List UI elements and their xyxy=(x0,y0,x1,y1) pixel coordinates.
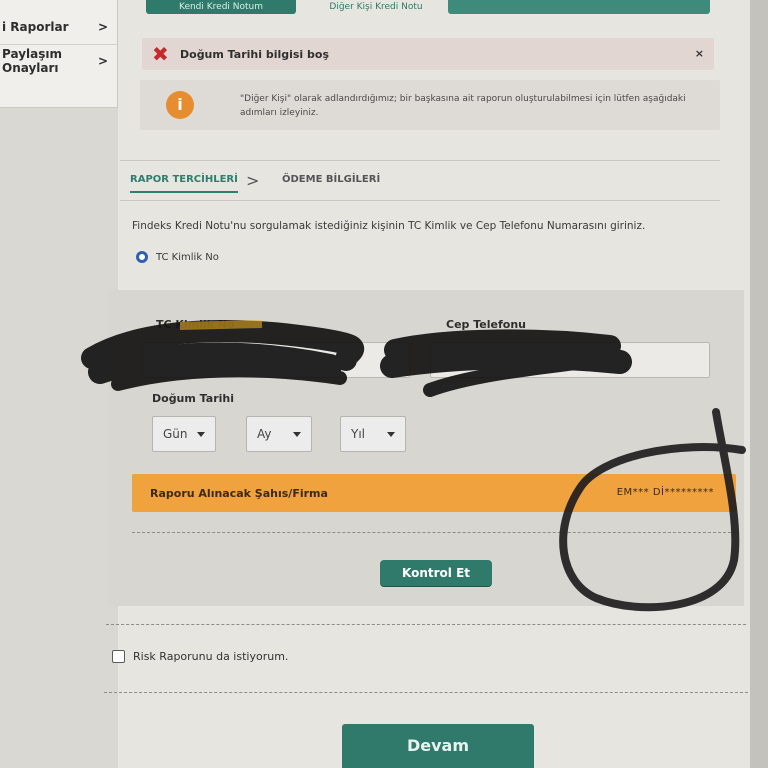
caret-down-icon xyxy=(387,432,395,437)
info-message: "Diğer Kişi" olarak adlandırdığımız; bir… xyxy=(240,94,686,118)
info-alert: i "Diğer Kişi" olarak adlandırdığımız; b… xyxy=(140,80,720,130)
divider xyxy=(120,160,720,161)
step-rapor-tercihleri[interactable]: RAPOR TERCİHLERİ xyxy=(130,174,238,193)
year-select[interactable]: Yıl xyxy=(340,416,406,452)
phone-label: Cep Telefonu xyxy=(446,318,526,331)
month-select-value: Ay xyxy=(257,427,272,441)
radio-tc-kimlik[interactable]: TC Kimlik No xyxy=(136,251,219,263)
tab-label: Kendi Kredi Notum xyxy=(178,2,264,12)
step-odeme-bilgileri[interactable]: ÖDEME BİLGİLERİ xyxy=(282,174,380,185)
recipient-value: EM*** Dİ********* xyxy=(616,487,714,498)
sidebar-item-paylasim-onaylari[interactable]: Paylaşım Onayları > xyxy=(0,43,118,79)
dashed-divider xyxy=(104,692,748,693)
month-select[interactable]: Ay xyxy=(246,416,312,452)
sidebar-item-raporlar[interactable]: i Raporlar > xyxy=(0,9,118,45)
tc-input[interactable] xyxy=(142,342,410,378)
left-background xyxy=(0,108,118,768)
day-select[interactable]: Gün xyxy=(152,416,216,452)
error-alert: ✖ Doğum Tarihi bilgisi boş × xyxy=(142,38,714,70)
radio-label: TC Kimlik No xyxy=(156,251,219,263)
caret-down-icon xyxy=(197,432,205,437)
recipient-label: Raporu Alınacak Şahıs/Firma xyxy=(150,487,328,500)
chevron-right-icon: > xyxy=(97,19,108,34)
devam-button[interactable]: Devam xyxy=(342,724,534,768)
top-tabs: Kendi Kredi Notum Diğer Kişi Kredi Notu xyxy=(146,0,712,14)
risk-report-label: Risk Raporunu da istiyorum. xyxy=(133,650,289,663)
info-icon: i xyxy=(166,91,194,119)
right-edge xyxy=(750,0,768,768)
phone-input[interactable] xyxy=(430,342,710,378)
main-panel: Kendi Kredi Notum Diğer Kişi Kredi Notu … xyxy=(104,0,750,768)
form-card: TC Kimlik No Cep Telefonu Doğum Tarihi G… xyxy=(108,290,744,606)
dashed-divider xyxy=(106,624,746,625)
tab-kendi-kredi-notum[interactable]: Kendi Kredi Notum xyxy=(146,0,296,14)
sidebar-item-label: i Raporlar xyxy=(2,19,69,34)
error-x-icon: ✖ xyxy=(152,42,169,66)
year-select-value: Yıl xyxy=(351,427,365,441)
dob-label: Doğum Tarihi xyxy=(152,392,234,405)
day-select-value: Gün xyxy=(163,427,188,441)
kontrol-et-button[interactable]: Kontrol Et xyxy=(380,560,492,586)
caret-down-icon xyxy=(293,432,301,437)
risk-report-checkbox-row[interactable]: Risk Raporunu da istiyorum. xyxy=(112,650,288,663)
tc-label: TC Kimlik No xyxy=(156,318,235,331)
tab-diger-kisi-kredi-notu[interactable]: Diğer Kişi Kredi Notu xyxy=(306,0,446,14)
sidebar: i Raporlar > Paylaşım Onayları > xyxy=(0,0,118,108)
tab-third[interactable] xyxy=(448,0,710,14)
step-indicator: RAPOR TERCİHLERİ > ÖDEME BİLGİLERİ xyxy=(130,171,720,194)
chevron-right-icon: > xyxy=(246,171,260,190)
recipient-bar: Raporu Alınacak Şahıs/Firma EM*** Dİ****… xyxy=(132,474,736,512)
error-message: Doğum Tarihi bilgisi boş xyxy=(180,47,330,61)
tab-label: Diğer Kişi Kredi Notu xyxy=(329,2,423,12)
chevron-right-icon: > xyxy=(97,54,108,68)
divider xyxy=(120,200,720,201)
lead-text: Findeks Kredi Notu'nu sorgulamak istediğ… xyxy=(132,220,646,232)
risk-report-checkbox[interactable] xyxy=(112,650,125,663)
dashed-divider xyxy=(132,532,736,533)
radio-button[interactable] xyxy=(136,251,148,263)
close-icon[interactable]: × xyxy=(695,47,704,60)
